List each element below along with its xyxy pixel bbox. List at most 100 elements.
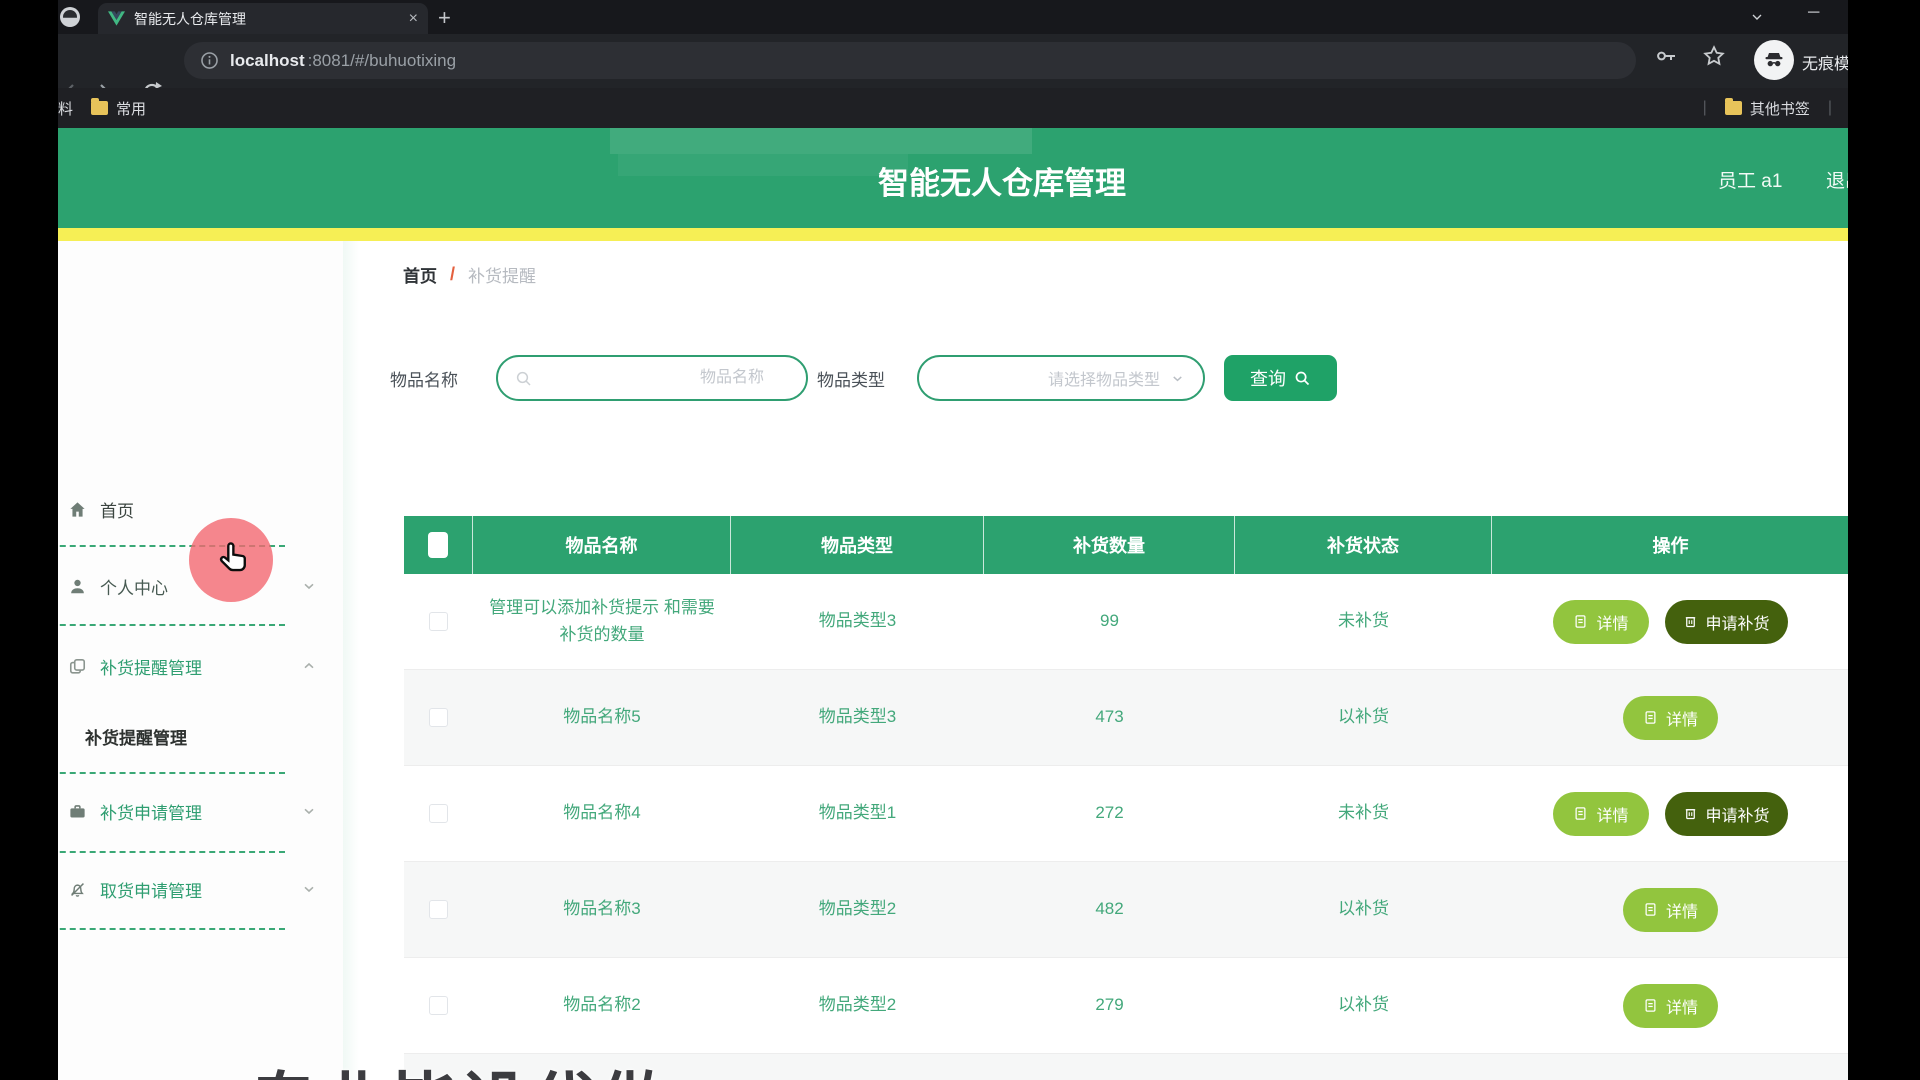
table-header-row: 物品名称 物品类型 补货数量 补货状态 操作 (404, 516, 1849, 574)
apply-replenish-button[interactable]: 申请补货 (1665, 600, 1788, 644)
cell-item-type (731, 1054, 984, 1080)
column-header: 操作 (1492, 516, 1849, 574)
detail-button-label: 详情 (1666, 994, 1698, 1018)
key-icon[interactable] (1654, 44, 1678, 68)
sidebar-item-replenish-remind[interactable]: 补货提醒管理 (58, 646, 343, 686)
cell-item-type: 物品类型3 (731, 670, 984, 765)
table-row: 物品名称3 物品类型2 482 以补货 详情 (404, 862, 1849, 958)
sidebar-item-pickup-apply[interactable]: 取货申请管理 (58, 869, 343, 909)
select-all-checkbox[interactable] (428, 532, 448, 558)
column-header: 补货数量 (984, 516, 1235, 574)
form-icon (1683, 806, 1698, 821)
tab-search-chevron-icon[interactable] (1748, 9, 1766, 25)
chevron-up-icon (301, 658, 317, 674)
cell-qty: 279 (984, 958, 1235, 1053)
header-highlight (610, 128, 1032, 154)
cell-item-name: 物品名称2 (473, 958, 731, 1053)
document-icon (1573, 806, 1588, 821)
home-icon (68, 500, 87, 519)
document-icon (1573, 614, 1588, 629)
row-checkbox[interactable] (429, 900, 448, 919)
document-icon (1643, 998, 1658, 1013)
table-row: 物品名称2 物品类型2 279 以补货 详情 (404, 958, 1849, 1054)
apply-button-label: 申请补货 (1706, 802, 1770, 826)
incognito-badge-icon[interactable] (1754, 40, 1794, 80)
bookmark-folder-changyong[interactable]: 常用 (91, 98, 146, 119)
chevron-down-icon (301, 881, 317, 897)
cell-item-type: 物品类型2 (731, 862, 984, 957)
other-bookmarks[interactable]: 其他书签 (1750, 98, 1810, 119)
detail-button-label: 详情 (1596, 802, 1628, 826)
browser-tab[interactable]: 智能无人仓库管理 × (98, 3, 428, 34)
user-icon (68, 577, 87, 596)
bell-off-icon (68, 880, 87, 899)
cell-item-type: 物品类型2 (731, 958, 984, 1053)
sidebar-subitem-replenish-remind[interactable]: 补货提醒管理 (85, 718, 335, 754)
cell-status: 以补货 (1235, 670, 1492, 765)
row-checkbox[interactable] (429, 612, 448, 631)
table-row: 物品名称5 物品类型3 473 以补货 详情 (404, 670, 1849, 766)
chevron-down-icon (301, 578, 317, 594)
cell-item-name: 物品名称3 (473, 862, 731, 957)
detail-button[interactable]: 详情 (1623, 696, 1718, 740)
column-header: 物品名称 (473, 516, 731, 574)
bookmarks-divider: | (1703, 99, 1707, 117)
column-header: 物品类型 (731, 516, 984, 574)
breadcrumb-home[interactable]: 首页 (403, 262, 437, 287)
detail-button-label: 详情 (1666, 706, 1698, 730)
window-minimize-button[interactable]: ─ (1808, 4, 1819, 22)
chevron-down-icon (1170, 371, 1185, 386)
url-host: localhost (230, 51, 305, 71)
item-type-label: 物品类型 (817, 366, 885, 391)
browser-window: 智能无人仓库管理 × + ─ localhost:8081/#/buhuotix… (0, 0, 1920, 1080)
row-checkbox[interactable] (429, 804, 448, 823)
detail-button[interactable]: 详情 (1623, 888, 1718, 932)
apply-replenish-button[interactable]: 申请补货 (1665, 792, 1788, 836)
cell-status: 以补货 (1235, 862, 1492, 957)
search-icon (1294, 370, 1311, 387)
vue-logo-icon (108, 11, 125, 26)
column-header: 补货状态 (1235, 516, 1492, 574)
new-tab-button[interactable]: + (438, 5, 451, 31)
detail-button-label: 详情 (1666, 898, 1698, 922)
query-button[interactable]: 查询 (1224, 355, 1337, 401)
table-row: 物品名称4 物品类型1 272 未补货 详情 (404, 766, 1849, 862)
bookmark-star-icon[interactable] (1702, 44, 1726, 68)
cell-qty: 482 (984, 862, 1235, 957)
sidebar-item-replenish-apply[interactable]: 补货申请管理 (58, 791, 343, 831)
replenish-table: 物品名称 物品类型 补货数量 补货状态 操作 管理可以添加补货提示 和需要补货的… (404, 516, 1849, 1080)
cell-qty (984, 1054, 1235, 1080)
browser-logo-icon (60, 7, 80, 27)
mouse-cursor (189, 518, 273, 602)
row-checkbox[interactable] (429, 708, 448, 727)
breadcrumb-current: 补货提醒 (468, 262, 536, 287)
sidebar-item-label: 首页 (100, 497, 134, 522)
sidebar-item-label: 取货申请管理 (100, 877, 202, 902)
select-placeholder: 请选择物品类型 (1048, 366, 1160, 390)
accent-bar (0, 228, 1920, 241)
bookmarks-divider: | (1828, 99, 1832, 117)
cell-item-type: 物品类型1 (731, 766, 984, 861)
cell-item-type: 物品类型3 (731, 574, 984, 669)
cell-qty: 272 (984, 766, 1235, 861)
detail-button[interactable]: 详情 (1553, 600, 1648, 644)
detail-button[interactable]: 详情 (1623, 984, 1718, 1028)
row-checkbox[interactable] (429, 996, 448, 1015)
item-type-select[interactable]: 请选择物品类型 (917, 355, 1205, 401)
letterbox-right (1848, 0, 1920, 1080)
cell-status: 未补货 (1235, 574, 1492, 669)
tab-close-icon[interactable]: × (409, 11, 418, 27)
item-name-label: 物品名称 (390, 366, 458, 391)
bookmarks-bar: 资料 常用 | 其他书签 | (0, 88, 1920, 128)
cell-qty: 473 (984, 670, 1235, 765)
app-title: 智能无人仓库管理 (878, 158, 1126, 203)
letterbox-left (0, 0, 58, 1080)
briefcase-icon (68, 802, 87, 821)
cell-status: 以补货 (1235, 958, 1492, 1053)
item-name-input[interactable] (498, 357, 806, 399)
chevron-down-icon (301, 803, 317, 819)
detail-button[interactable]: 详情 (1553, 792, 1648, 836)
address-bar[interactable]: localhost:8081/#/buhuotixing (184, 42, 1636, 79)
search-icon (515, 370, 533, 388)
page-info-icon[interactable] (200, 51, 219, 70)
